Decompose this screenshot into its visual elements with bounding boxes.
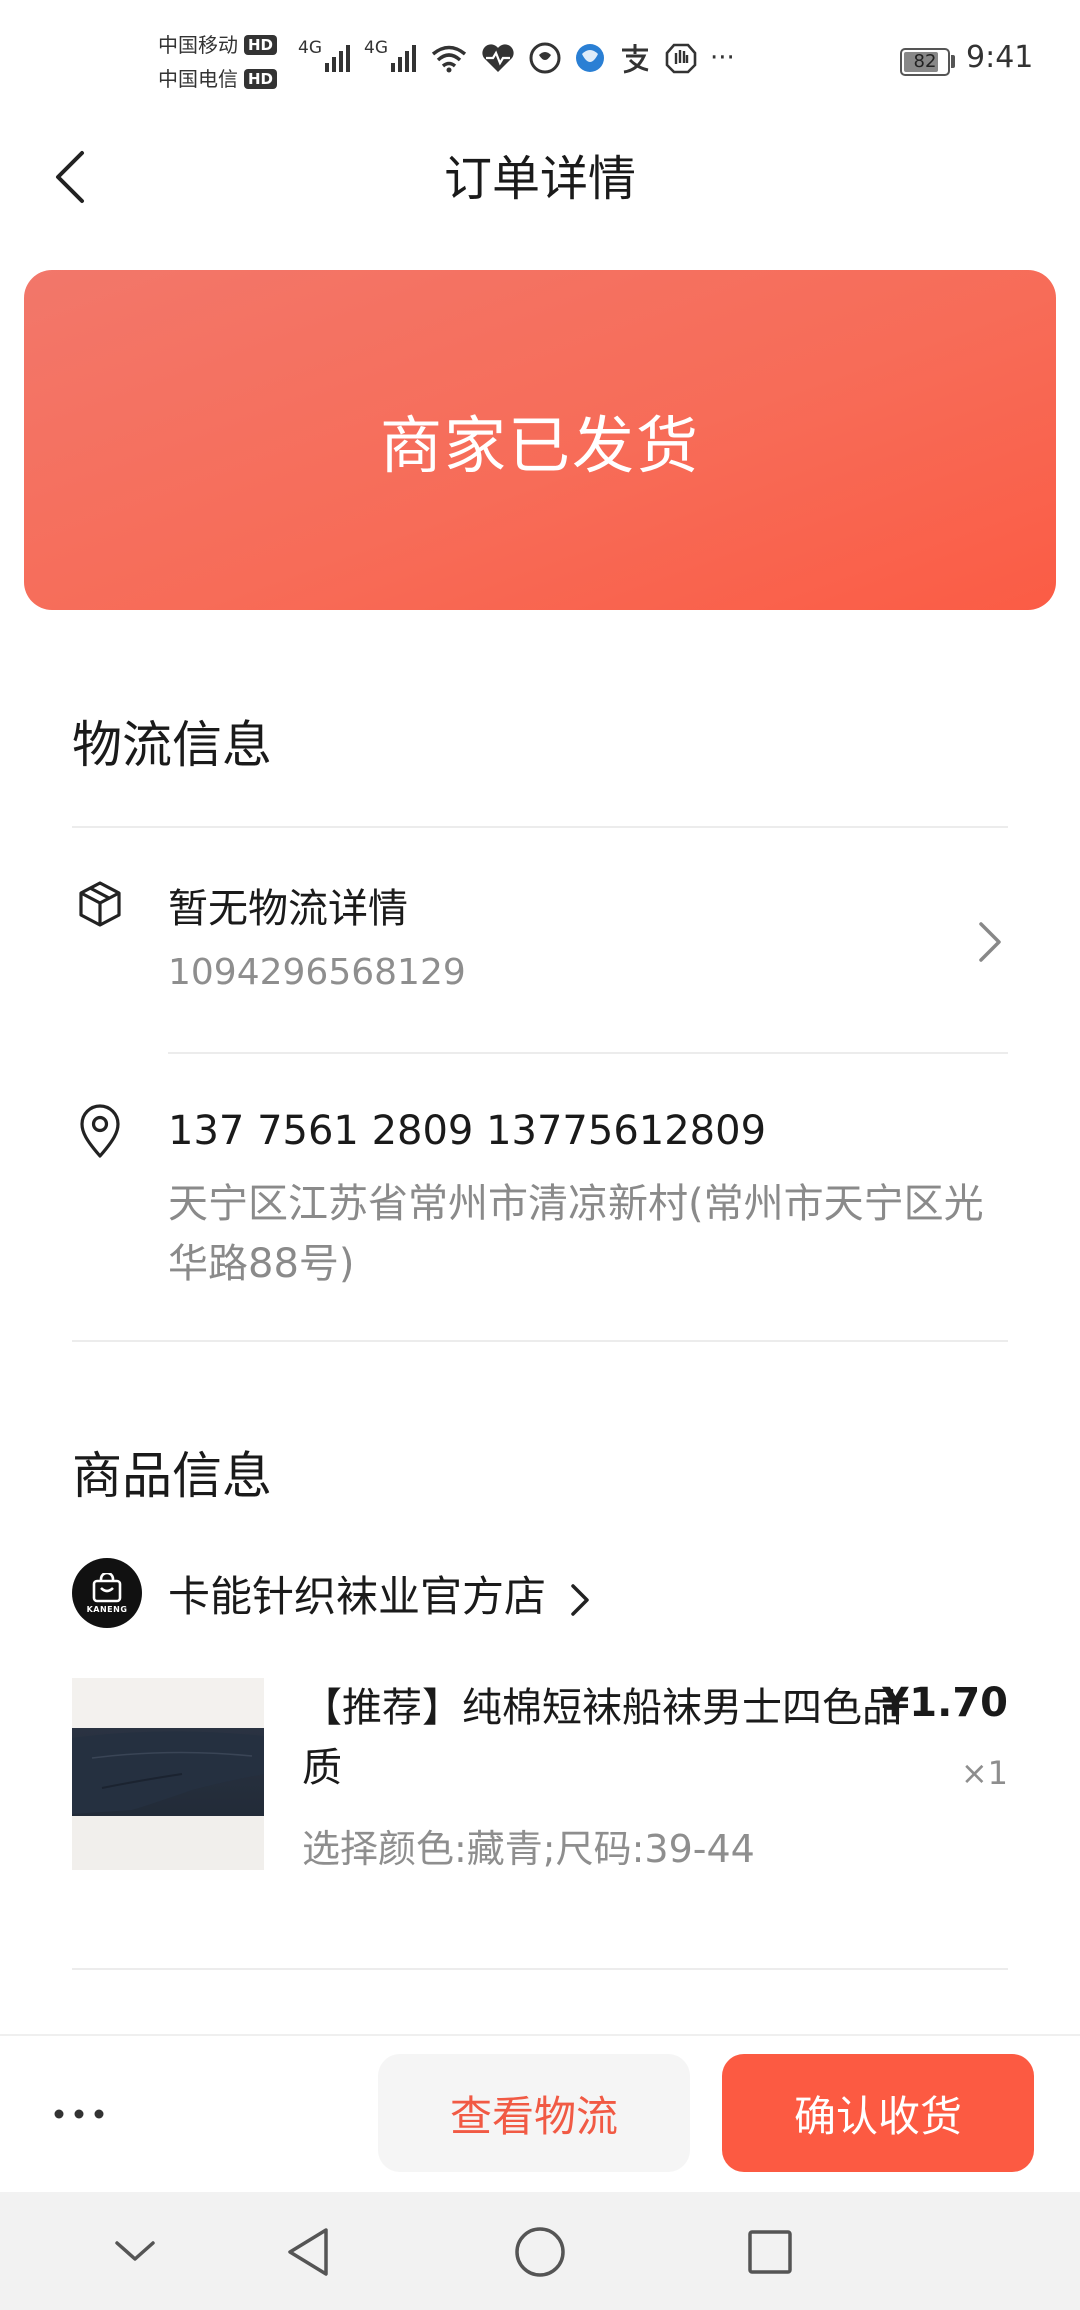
hd-badge: HD xyxy=(244,69,278,89)
carrier-info: 中国移动 HD 中国电信 HD xyxy=(158,28,278,96)
product-price: ¥1.70 xyxy=(881,1680,1008,1726)
navigation-bar: 订单详情 xyxy=(0,118,1080,268)
store-logo-text: KANENG xyxy=(86,1604,128,1614)
wifi-icon xyxy=(430,38,468,78)
contact-phones: 137 7561 2809 13775612809 xyxy=(168,1108,767,1154)
health-heart-icon xyxy=(480,38,516,78)
system-navigation-bar xyxy=(0,2192,1080,2310)
logistics-status-text: 暂无物流详情 xyxy=(168,886,408,932)
home-circle-icon[interactable] xyxy=(510,2222,570,2282)
alipay-icon xyxy=(618,38,652,78)
more-icon xyxy=(54,2109,104,2119)
hand-icon xyxy=(664,38,698,78)
logistics-section-title: 物流信息 xyxy=(72,716,272,774)
view-logistics-button[interactable]: 查看物流 xyxy=(378,2054,690,2172)
shopping-bag-icon xyxy=(92,1572,122,1602)
product-spec: 选择颜色:藏青;尺码:39-44 xyxy=(302,1827,755,1871)
status-icons: 4G 4G ··· xyxy=(298,38,735,78)
carrier-2-name: 中国电信 xyxy=(158,67,238,91)
store-name: 卡能针织袜业官方店 xyxy=(168,1563,591,1624)
order-status-banner: 商家已发货 xyxy=(24,270,1056,610)
confirm-receipt-button[interactable]: 确认收货 xyxy=(722,2054,1034,2172)
signal-icon: 4G xyxy=(298,38,352,78)
recents-square-icon[interactable] xyxy=(740,2222,800,2282)
page-title: 订单详情 xyxy=(443,151,636,207)
product-quantity: ×1 xyxy=(960,1754,1008,1792)
tracking-number: 1094296568129 xyxy=(168,952,466,993)
product-title: 【推荐】纯棉短袜船袜男士四色品质 xyxy=(302,1685,902,1791)
store-logo: KANENG xyxy=(72,1558,142,1628)
bottom-action-bar: 查看物流 确认收货 xyxy=(0,2034,1080,2192)
browser-icon xyxy=(574,38,606,78)
divider xyxy=(72,1340,1008,1342)
status-bar: 中国移动 HD 中国电信 HD 4G 4G ··· 82 9:41 xyxy=(0,0,1080,118)
more-options-button[interactable] xyxy=(44,2086,114,2142)
shipping-address: 天宁区江苏省常州市清凉新村(常州市天宁区光华路88号) xyxy=(168,1181,984,1287)
back-triangle-icon[interactable] xyxy=(278,2222,338,2282)
order-detail-page: 中国移动 HD 中国电信 HD 4G 4G ··· 82 9:41 订单详情 商… xyxy=(0,0,1080,2310)
carrier-1-name: 中国移动 xyxy=(158,33,238,57)
goods-section-title: 商品信息 xyxy=(72,1447,272,1505)
chevron-right-icon xyxy=(571,1583,590,1616)
battery-icon: 82 xyxy=(900,48,950,76)
product-image xyxy=(72,1678,264,1870)
app-notification-icon xyxy=(528,38,562,78)
more-icon: ··· xyxy=(710,43,735,73)
battery-level: 82 xyxy=(913,51,937,72)
battery-tip xyxy=(951,55,955,68)
divider xyxy=(72,826,1008,828)
chevron-down-icon[interactable] xyxy=(105,2222,165,2282)
chevron-right-icon xyxy=(972,916,1008,968)
signal-icon: 4G xyxy=(364,38,418,78)
order-status-text: 商家已发货 xyxy=(379,409,700,482)
hd-badge: HD xyxy=(244,35,278,55)
location-pin-icon xyxy=(72,1104,128,1160)
divider xyxy=(168,1052,1008,1054)
divider xyxy=(72,1968,1008,1970)
clock: 9:41 xyxy=(966,40,1034,75)
package-icon xyxy=(72,876,128,932)
